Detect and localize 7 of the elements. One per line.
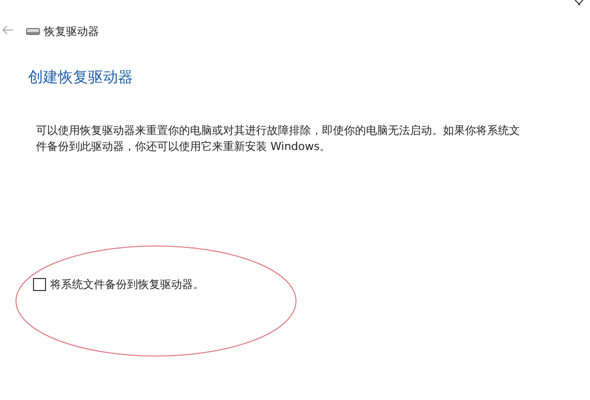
description-text: 可以使用恢复驱动器来重置你的电脑或对其进行故障排除，即使你的电脑无法启动。如果你将系统文件备份到此驱动器，你还可以使用它来重新安装 Windows。 xyxy=(36,123,520,155)
drive-icon xyxy=(26,28,40,34)
checkbox[interactable] xyxy=(33,278,46,291)
window-title: 恢复驱动器 xyxy=(44,24,99,38)
checkbox-label: 将系统文件备份到恢复驱动器。 xyxy=(50,277,204,292)
page-heading: 创建恢复驱动器 xyxy=(28,68,134,87)
close-icon[interactable] xyxy=(574,0,584,6)
